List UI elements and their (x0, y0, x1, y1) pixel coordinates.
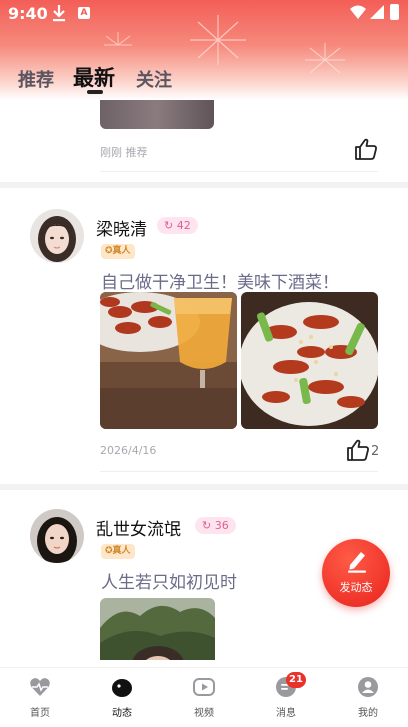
username[interactable]: 梁晓清 (96, 215, 147, 240)
nav-home[interactable]: 首页 (10, 676, 70, 719)
firework-decoration (104, 32, 132, 46)
post-dynamic-button[interactable]: 发动态 (322, 539, 390, 607)
tab-following[interactable]: 关注 (136, 66, 172, 92)
download-icon (53, 5, 65, 22)
post-date: 刚刚 推荐 (100, 146, 148, 159)
nav-video-label: 视频 (194, 708, 214, 719)
post-date: 2026/4/16 (100, 444, 157, 457)
verified-label: 真人 (112, 546, 131, 556)
post-image[interactable] (100, 292, 237, 429)
divider (100, 471, 378, 472)
tab-recommend[interactable]: 推荐 (18, 66, 54, 92)
verified-label: 真人 (112, 246, 131, 256)
bottom-nav: 首页 动态 视频 21 消息 我的 (0, 667, 408, 727)
avatar[interactable] (30, 209, 84, 263)
like-count: 2 (371, 444, 380, 459)
top-header: 9:40 A 推荐 最新 关注 (0, 0, 408, 100)
signal-icon (370, 5, 384, 19)
heart-pulse-icon (30, 678, 50, 696)
pen-icon (348, 552, 366, 573)
nav-dynamic-label: 动态 (112, 708, 132, 719)
nav-messages-label: 消息 (276, 708, 296, 719)
verified-icon: ✪ (105, 246, 113, 256)
post-text: 人生若只如初见时 (101, 573, 237, 593)
post-image[interactable] (100, 100, 214, 129)
level-badge: ↻ 36 (195, 517, 236, 534)
thumbs-up-icon[interactable] (354, 138, 378, 160)
username[interactable]: 乱世女流氓 (96, 515, 181, 540)
tab-latest[interactable]: 最新 (73, 62, 115, 92)
nav-home-label: 首页 (30, 708, 50, 719)
level-icon: ↻ (164, 219, 177, 232)
nav-dynamic[interactable]: 动态 (92, 676, 152, 719)
level-icon: ↻ (202, 519, 215, 532)
post-card: 刚刚 推荐 (0, 100, 408, 182)
post-image[interactable] (100, 598, 215, 660)
post-image[interactable] (241, 292, 378, 429)
verified-icon: ✪ (105, 546, 113, 556)
feed-tabs: 推荐 最新 关注 (0, 60, 408, 94)
post-dynamic-label: 发动态 (339, 581, 373, 594)
status-time: 9:40 (8, 4, 48, 23)
post-text: 自己做干净卫生！美味下酒菜！ (101, 273, 339, 293)
verified-badge: ✪真人 (101, 544, 135, 559)
unread-count-badge: 21 (286, 672, 306, 688)
bird-icon (112, 679, 132, 697)
wifi-icon (350, 5, 366, 19)
level-value: 42 (176, 219, 191, 232)
notification-app-icon: A (78, 7, 90, 19)
nav-messages[interactable]: 21 消息 (256, 672, 316, 719)
user-icon (358, 677, 378, 697)
divider (100, 171, 378, 172)
level-value: 36 (214, 519, 229, 532)
nav-video[interactable]: 视频 (174, 676, 234, 719)
verified-badge: ✪真人 (101, 244, 135, 259)
post-card: 梁晓清 ↻ 42 ✪真人 自己做干净卫生！美味下酒菜！ 2026/4/16 2 (0, 188, 408, 484)
avatar[interactable] (30, 509, 84, 563)
thumbs-up-icon[interactable] (346, 439, 370, 461)
video-icon (193, 678, 215, 696)
battery-icon (390, 4, 399, 20)
nav-profile-label: 我的 (358, 708, 378, 719)
active-tab-indicator (87, 90, 103, 94)
level-badge: ↻ 42 (157, 217, 198, 234)
nav-profile[interactable]: 我的 (338, 676, 398, 719)
